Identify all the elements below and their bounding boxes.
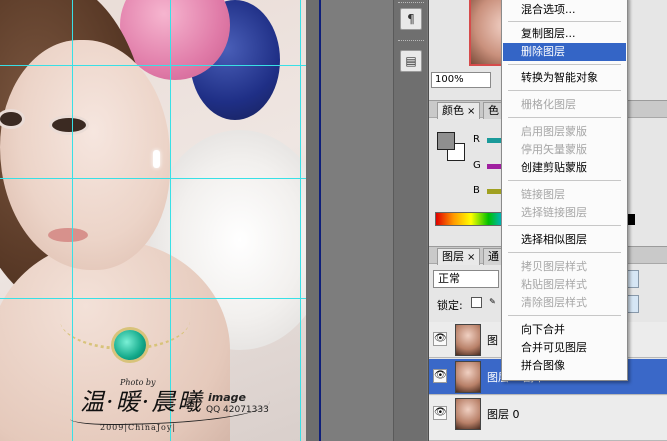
eye-left xyxy=(52,118,86,132)
eye-right xyxy=(0,112,22,126)
menu-item-flatten-image[interactable]: 拼合图像 xyxy=(503,357,626,375)
tab-swatches-label: 色 xyxy=(488,104,499,117)
guide-horizontal[interactable] xyxy=(0,298,306,299)
zoom-field[interactable]: 100% xyxy=(431,72,491,88)
layer-name: 图层 0 xyxy=(487,408,520,421)
brush-icon[interactable]: ✎ xyxy=(487,297,498,308)
eye-icon[interactable]: 👁 xyxy=(433,332,447,346)
close-icon[interactable]: × xyxy=(467,252,475,263)
layer-context-menu: 混合选项... 复制图层... 删除图层 转换为智能对象 栅格化图层 启用图层蒙… xyxy=(501,0,628,381)
lips xyxy=(48,228,88,242)
menu-separator xyxy=(508,21,621,22)
menu-item-enable-layer-mask[interactable]: 启用图层蒙版 xyxy=(503,123,626,141)
menu-item-select-linked-layers[interactable]: 选择链接图层 xyxy=(503,204,626,222)
tab-layers[interactable]: 图层 × xyxy=(437,248,481,265)
pendant xyxy=(114,330,146,360)
menu-separator xyxy=(508,315,621,316)
menu-item-merge-visible[interactable]: 合并可见图层 xyxy=(503,339,626,357)
menu-separator xyxy=(508,90,621,91)
menu-item-convert-smart-object[interactable]: 转换为智能对象 xyxy=(503,69,626,87)
guide-vertical[interactable] xyxy=(72,0,73,441)
menu-item-paste-layer-style[interactable]: 粘贴图层样式 xyxy=(503,276,626,294)
channel-r-label: R xyxy=(473,134,480,145)
dock-grip[interactable] xyxy=(398,40,424,43)
watermark-year: 2009|ChinaJoy| xyxy=(100,423,177,432)
menu-item-rasterize-layer[interactable]: 栅格化图层 xyxy=(503,96,626,114)
layer-thumbnail xyxy=(455,361,481,393)
menu-item-clear-layer-style[interactable]: 清除图层样式 xyxy=(503,294,626,312)
layer-thumbnail xyxy=(455,398,481,430)
dock-grip[interactable] xyxy=(398,2,424,5)
menu-separator xyxy=(508,180,621,181)
layer-row[interactable]: 👁 图层 0 xyxy=(429,396,667,441)
earring xyxy=(153,150,160,168)
panel-dock: ¶ ▤ xyxy=(393,0,427,441)
menu-item-disable-vector-mask[interactable]: 停用矢量蒙版 xyxy=(503,141,626,159)
menu-item-link-layers[interactable]: 链接图层 xyxy=(503,186,626,204)
opacity-field[interactable] xyxy=(627,270,639,288)
menu-item-select-similar-layers[interactable]: 选择相似图层 xyxy=(503,231,626,249)
guide-vertical[interactable] xyxy=(300,0,301,441)
channel-b-label: B xyxy=(473,185,480,196)
blend-mode-select[interactable]: 正常 xyxy=(433,270,499,288)
lock-label: 锁定: xyxy=(437,299,463,312)
menu-separator xyxy=(508,117,621,118)
fill-field[interactable] xyxy=(627,295,639,313)
menu-separator xyxy=(508,64,621,65)
watermark-title: 温·暖·晨曦 xyxy=(80,388,204,416)
guide-vertical[interactable] xyxy=(170,0,171,441)
tab-channels-label: 通 xyxy=(488,250,499,263)
guide-horizontal[interactable] xyxy=(0,65,306,66)
watermark-qq: QQ 42071333 xyxy=(206,405,269,415)
layer-name: 图 xyxy=(487,334,498,347)
canvas-margin xyxy=(306,0,319,441)
menu-item-create-clipping-mask[interactable]: 创建剪贴蒙版 xyxy=(503,159,626,177)
paragraph-icon[interactable]: ¶ xyxy=(400,8,422,30)
eye-icon[interactable]: 👁 xyxy=(433,406,447,420)
menu-item-duplicate-layer[interactable]: 复制图层... xyxy=(503,25,626,43)
lock-transparent-icon[interactable] xyxy=(471,297,482,308)
guide-horizontal[interactable] xyxy=(0,178,306,179)
layer-thumbnail xyxy=(455,324,481,356)
watermark-image-word: image xyxy=(208,391,246,404)
tab-color[interactable]: 颜色 × xyxy=(437,102,481,119)
notes-icon[interactable]: ▤ xyxy=(400,50,422,72)
menu-item-delete-layer[interactable]: 删除图层 xyxy=(503,43,626,61)
menu-separator xyxy=(508,225,621,226)
menu-item-blending-options[interactable]: 混合选项... xyxy=(503,1,626,19)
menu-item-merge-down[interactable]: 向下合并 xyxy=(503,321,626,339)
close-icon[interactable]: × xyxy=(467,106,475,117)
tab-color-label: 颜色 xyxy=(442,104,464,117)
tab-layers-label: 图层 xyxy=(442,250,464,263)
channel-g-label: G xyxy=(473,160,481,171)
workspace-background xyxy=(321,0,393,441)
menu-item-copy-layer-style[interactable]: 拷贝图层样式 xyxy=(503,258,626,276)
menu-separator xyxy=(508,252,621,253)
document-canvas[interactable]: Photo by 温·暖·晨曦 image QQ 42071333 2009|C… xyxy=(0,0,306,441)
eye-icon[interactable]: 👁 xyxy=(433,369,447,383)
color-spectrum[interactable] xyxy=(435,212,507,226)
foreground-color-swatch[interactable] xyxy=(437,132,455,150)
